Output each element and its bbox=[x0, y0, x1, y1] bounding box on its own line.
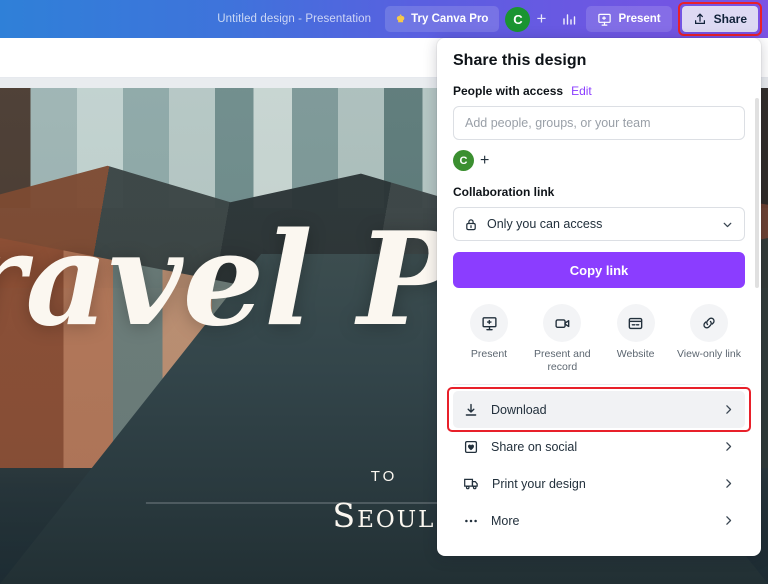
avatar[interactable]: C bbox=[453, 150, 474, 171]
video-camera-icon bbox=[543, 304, 582, 342]
menu-item-label: Print your design bbox=[492, 476, 586, 491]
share-panel-title: Share this design bbox=[453, 52, 587, 69]
try-canva-pro-button[interactable]: ♚ Try Canva Pro bbox=[385, 6, 500, 32]
menu-item-label: More bbox=[491, 513, 520, 528]
share-upload-icon bbox=[693, 12, 707, 26]
share-label: Share bbox=[713, 12, 747, 26]
quick-action-label: Present bbox=[470, 348, 508, 360]
menu-item-download[interactable]: Download bbox=[447, 387, 751, 433]
access-level-value: Only you can access bbox=[487, 217, 603, 231]
add-people-input[interactable]: Add people, groups, or your team bbox=[453, 106, 745, 140]
share-menu-list: Download Share on social Print your desi… bbox=[447, 387, 751, 539]
add-person-button[interactable]: + bbox=[478, 152, 491, 170]
share-button[interactable]: Share bbox=[681, 6, 758, 32]
social-heart-icon bbox=[463, 439, 479, 455]
crown-icon: ♚ bbox=[396, 13, 406, 25]
chevron-right-icon bbox=[722, 514, 735, 527]
download-icon bbox=[463, 402, 479, 418]
people-with-access-row: People with access Edit bbox=[453, 84, 745, 98]
chevron-right-icon bbox=[722, 440, 735, 453]
chevron-right-icon bbox=[722, 403, 735, 416]
app-root: Untitled design - Presentation ♚ Try Can… bbox=[0, 0, 768, 584]
quick-action-present-and-record[interactable]: Present and record bbox=[526, 304, 598, 374]
chevron-right-icon bbox=[722, 477, 735, 490]
present-button[interactable]: Present bbox=[586, 6, 672, 32]
quick-actions-row: Present Present and record Website View-… bbox=[453, 304, 745, 386]
website-icon bbox=[616, 304, 655, 342]
collaboration-link-label: Collaboration link bbox=[453, 185, 555, 199]
menu-item-label: Share on social bbox=[491, 439, 578, 454]
access-level-select[interactable]: Only you can access bbox=[453, 207, 745, 241]
menu-item-label: Download bbox=[491, 402, 547, 417]
quick-action-label: Present and record bbox=[534, 348, 591, 374]
menu-item-print-your-design[interactable]: Print your design bbox=[453, 465, 745, 502]
menu-item-share-on-social[interactable]: Share on social bbox=[453, 428, 745, 465]
present-screen-icon bbox=[597, 12, 612, 27]
menu-item-more[interactable]: More bbox=[453, 502, 745, 539]
link-icon bbox=[689, 304, 728, 342]
document-title: Untitled design - Presentation bbox=[217, 13, 372, 25]
quick-action-view-only-link[interactable]: View-only link bbox=[673, 304, 745, 374]
quick-action-label: Website bbox=[616, 348, 655, 360]
present-screen-icon bbox=[470, 304, 508, 342]
add-collaborator-button[interactable]: + bbox=[530, 6, 552, 32]
share-button-highlight: Share bbox=[677, 2, 762, 36]
panel-scrollbar[interactable] bbox=[755, 98, 759, 288]
quick-action-website[interactable]: Website bbox=[600, 304, 672, 374]
chart-icon[interactable] bbox=[555, 6, 583, 32]
chevron-down-icon bbox=[721, 218, 734, 231]
user-avatar[interactable]: C bbox=[505, 6, 531, 32]
ellipsis-icon bbox=[463, 513, 479, 529]
share-panel: Share this design People with access Edi… bbox=[437, 38, 761, 556]
quick-action-present[interactable]: Present bbox=[453, 304, 525, 374]
add-people-placeholder: Add people, groups, or your team bbox=[465, 116, 651, 130]
edit-access-link[interactable]: Edit bbox=[571, 84, 592, 98]
lock-icon bbox=[464, 217, 478, 232]
people-avatars-row: C + bbox=[453, 150, 745, 171]
try-canva-pro-label: Try Canva Pro bbox=[411, 13, 489, 25]
copy-link-button[interactable]: Copy link bbox=[453, 252, 745, 288]
delivery-truck-icon bbox=[463, 475, 480, 492]
people-with-access-label: People with access bbox=[453, 84, 564, 98]
quick-action-label: View-only link bbox=[676, 348, 741, 360]
present-label: Present bbox=[618, 13, 661, 25]
top-app-bar: Untitled design - Presentation ♚ Try Can… bbox=[0, 0, 768, 38]
